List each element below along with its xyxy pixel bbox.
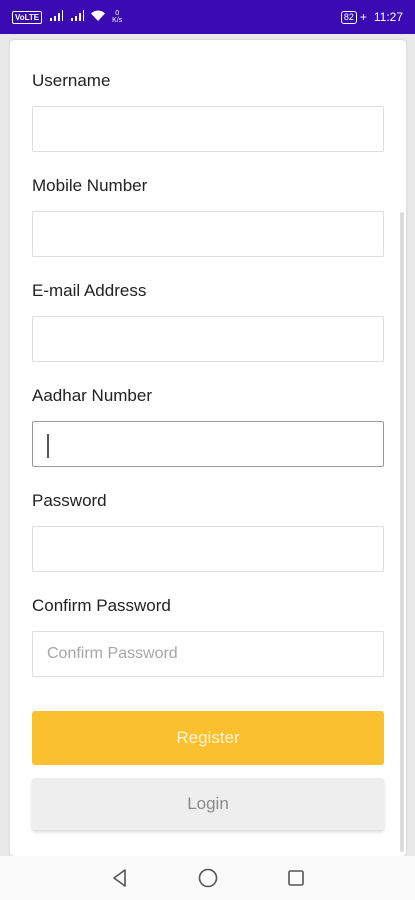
username-input[interactable] (32, 106, 384, 152)
volte-badge: VoLTE (12, 10, 43, 24)
recents-button[interactable] (282, 864, 310, 892)
clock: 11:27 (373, 10, 403, 24)
login-button[interactable]: Login (32, 778, 384, 830)
signal-icon (49, 9, 64, 25)
net-speed-unit: K/s (112, 17, 123, 24)
status-bar: VoLTE 0 K/s 82 + 11:27 (0, 0, 415, 34)
confirm-password-input[interactable] (32, 631, 384, 677)
email-address-input[interactable] (32, 316, 384, 362)
aadhar-number-input[interactable] (32, 421, 384, 467)
status-left: VoLTE 0 K/s (12, 9, 122, 25)
recents-icon (287, 870, 304, 886)
battery-icon: 82 (340, 10, 357, 24)
aadhar-number-label: Aadhar Number (32, 386, 153, 405)
mobile-number-label: Mobile Number (32, 176, 148, 195)
home-button[interactable] (194, 864, 222, 892)
email-address-label: E-mail Address (32, 281, 147, 300)
password-input[interactable] (32, 526, 384, 572)
confirm-password-label: Confirm Password (32, 596, 171, 615)
register-button[interactable]: Register (32, 711, 384, 765)
scrollbar[interactable] (400, 212, 404, 852)
navigation-bar (0, 856, 415, 900)
net-speed: 0 K/s (112, 10, 122, 24)
mobile-number-input[interactable] (32, 211, 384, 257)
password-label: Password (32, 491, 107, 510)
status-right: 82 + 11:27 (340, 10, 403, 24)
username-label: Username (32, 71, 111, 90)
charging-icon: + (359, 10, 367, 24)
wifi-icon (91, 10, 106, 25)
net-speed-value: 0 (115, 10, 120, 17)
text-caret (47, 434, 49, 458)
back-button[interactable] (106, 864, 134, 892)
back-icon (112, 869, 126, 887)
home-icon (198, 868, 217, 888)
signal-icon-2 (70, 9, 85, 25)
registration-form: Username Mobile Number E-mail Address Aa… (10, 40, 406, 856)
